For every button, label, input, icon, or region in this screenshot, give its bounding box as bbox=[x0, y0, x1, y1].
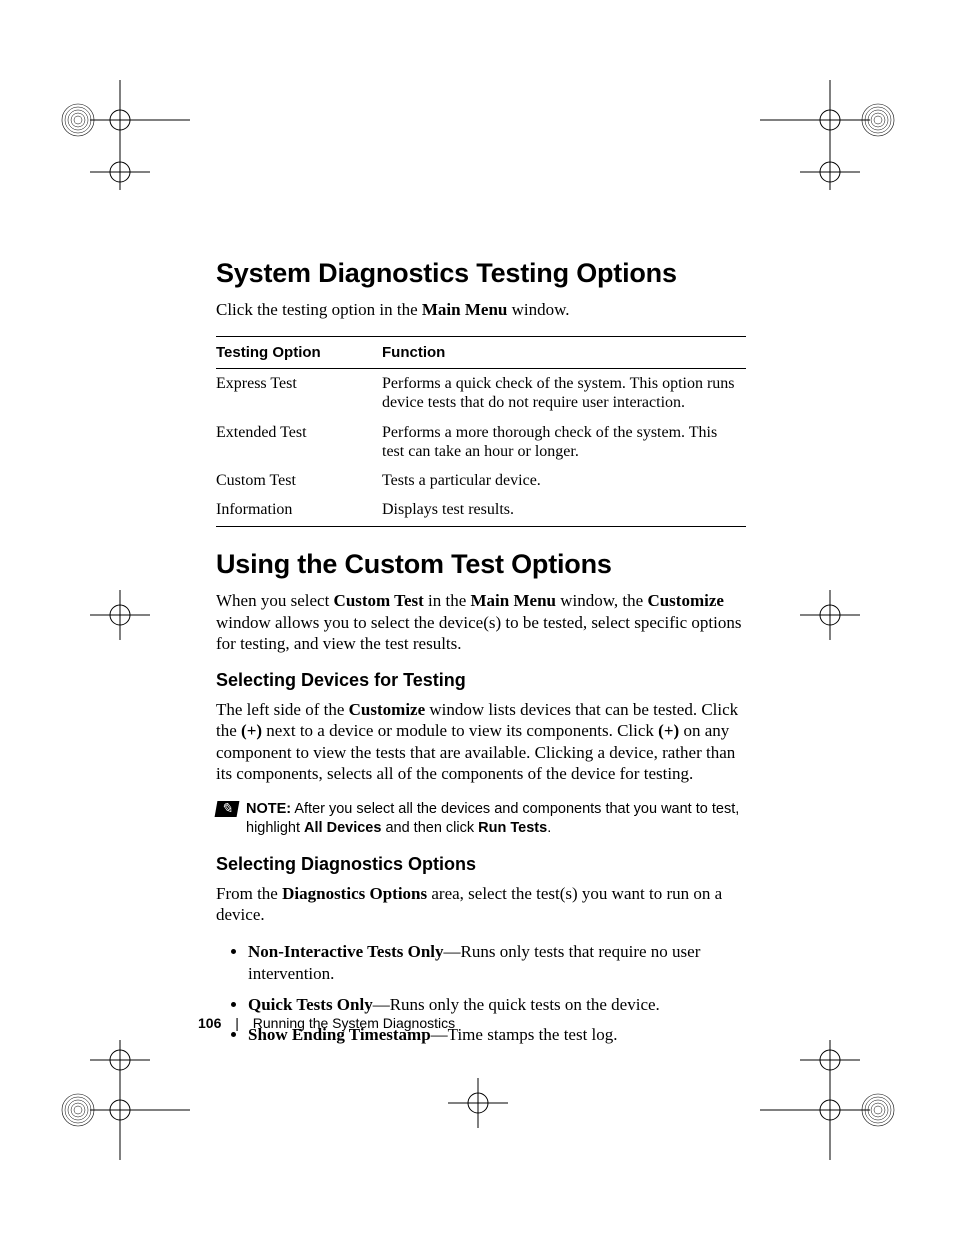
footer-separator: | bbox=[235, 1015, 239, 1031]
heading-system-diagnostics: System Diagnostics Testing Options bbox=[216, 258, 746, 289]
text: window. bbox=[507, 300, 569, 319]
table-row: Extended Test Performs a more thorough c… bbox=[216, 418, 746, 466]
cell-function: Displays test results. bbox=[382, 495, 746, 527]
text: From the bbox=[216, 884, 282, 903]
customize-label: Customize bbox=[647, 591, 723, 610]
footer-title: Running the System Diagnostics bbox=[253, 1015, 455, 1031]
note-text: NOTE: After you select all the devices a… bbox=[246, 800, 746, 838]
page-number: 106 bbox=[198, 1015, 221, 1031]
customize-label: Customize bbox=[349, 700, 425, 719]
plus-symbol: (+) bbox=[241, 721, 262, 740]
subheading-selecting-devices: Selecting Devices for Testing bbox=[216, 670, 746, 691]
cell-option: Express Test bbox=[216, 369, 382, 418]
note-label: NOTE: bbox=[246, 801, 291, 817]
option-name: Non-Interactive Tests Only bbox=[248, 942, 444, 961]
page-footer: 106 | Running the System Diagnostics bbox=[198, 1015, 455, 1031]
option-name: Quick Tests Only bbox=[248, 995, 373, 1014]
run-tests-label: Run Tests bbox=[478, 820, 547, 836]
cell-option: Custom Test bbox=[216, 466, 382, 495]
text: The left side of the bbox=[216, 700, 349, 719]
text: in the bbox=[424, 591, 471, 610]
regmark-top-right bbox=[760, 80, 910, 190]
testing-options-table: Testing Option Function Express Test Per… bbox=[216, 336, 746, 527]
cell-function: Tests a particular device. bbox=[382, 466, 746, 495]
regmark-bottom-left bbox=[50, 1040, 190, 1160]
table-row: Express Test Performs a quick check of t… bbox=[216, 369, 746, 418]
regmark-bottom-center bbox=[448, 1078, 508, 1128]
table-row: Custom Test Tests a particular device. bbox=[216, 466, 746, 495]
note-icon: ✎ bbox=[215, 801, 240, 817]
list-item: Quick Tests Only—Runs only the quick tes… bbox=[248, 994, 746, 1016]
table-row: Information Displays test results. bbox=[216, 495, 746, 527]
regmark-bottom-right bbox=[760, 1040, 910, 1160]
subheading-diagnostics-options: Selecting Diagnostics Options bbox=[216, 854, 746, 875]
note-block: ✎ NOTE: After you select all the devices… bbox=[216, 800, 746, 838]
plus-symbol: (+) bbox=[658, 721, 679, 740]
cell-function: Performs a more thorough check of the sy… bbox=[382, 418, 746, 466]
main-menu-label: Main Menu bbox=[471, 591, 556, 610]
all-devices-label: All Devices bbox=[304, 820, 381, 836]
diagnostics-paragraph: From the Diagnostics Options area, selec… bbox=[216, 883, 746, 926]
intro-paragraph: Click the testing option in the Main Men… bbox=[216, 299, 746, 320]
text: and then click bbox=[381, 820, 478, 836]
list-item: Non-Interactive Tests Only—Runs only tes… bbox=[248, 941, 746, 985]
option-desc: —Runs only the quick tests on the device… bbox=[373, 995, 660, 1014]
cell-option: Information bbox=[216, 495, 382, 527]
text: window, the bbox=[556, 591, 647, 610]
selecting-devices-paragraph: The left side of the Customize window li… bbox=[216, 699, 746, 784]
cell-function: Performs a quick check of the system. Th… bbox=[382, 369, 746, 418]
diagnostics-options-label: Diagnostics Options bbox=[282, 884, 427, 903]
heading-custom-test: Using the Custom Test Options bbox=[216, 549, 746, 580]
regmark-mid-left bbox=[90, 590, 150, 640]
text: window allows you to select the device(s… bbox=[216, 613, 741, 653]
th-function: Function bbox=[382, 337, 746, 369]
option-desc: —Time stamps the test log. bbox=[431, 1025, 618, 1044]
text: When you select bbox=[216, 591, 334, 610]
cell-option: Extended Test bbox=[216, 418, 382, 466]
text: Click the testing option in the bbox=[216, 300, 422, 319]
regmark-mid-right bbox=[800, 590, 860, 640]
main-menu-label: Main Menu bbox=[422, 300, 507, 319]
text: . bbox=[547, 820, 551, 836]
th-option: Testing Option bbox=[216, 337, 382, 369]
custom-test-label: Custom Test bbox=[334, 591, 424, 610]
regmark-top-left bbox=[50, 80, 190, 190]
page-content: System Diagnostics Testing Options Click… bbox=[216, 258, 746, 1054]
custom-test-paragraph: When you select Custom Test in the Main … bbox=[216, 590, 746, 654]
text: next to a device or module to view its c… bbox=[262, 721, 658, 740]
